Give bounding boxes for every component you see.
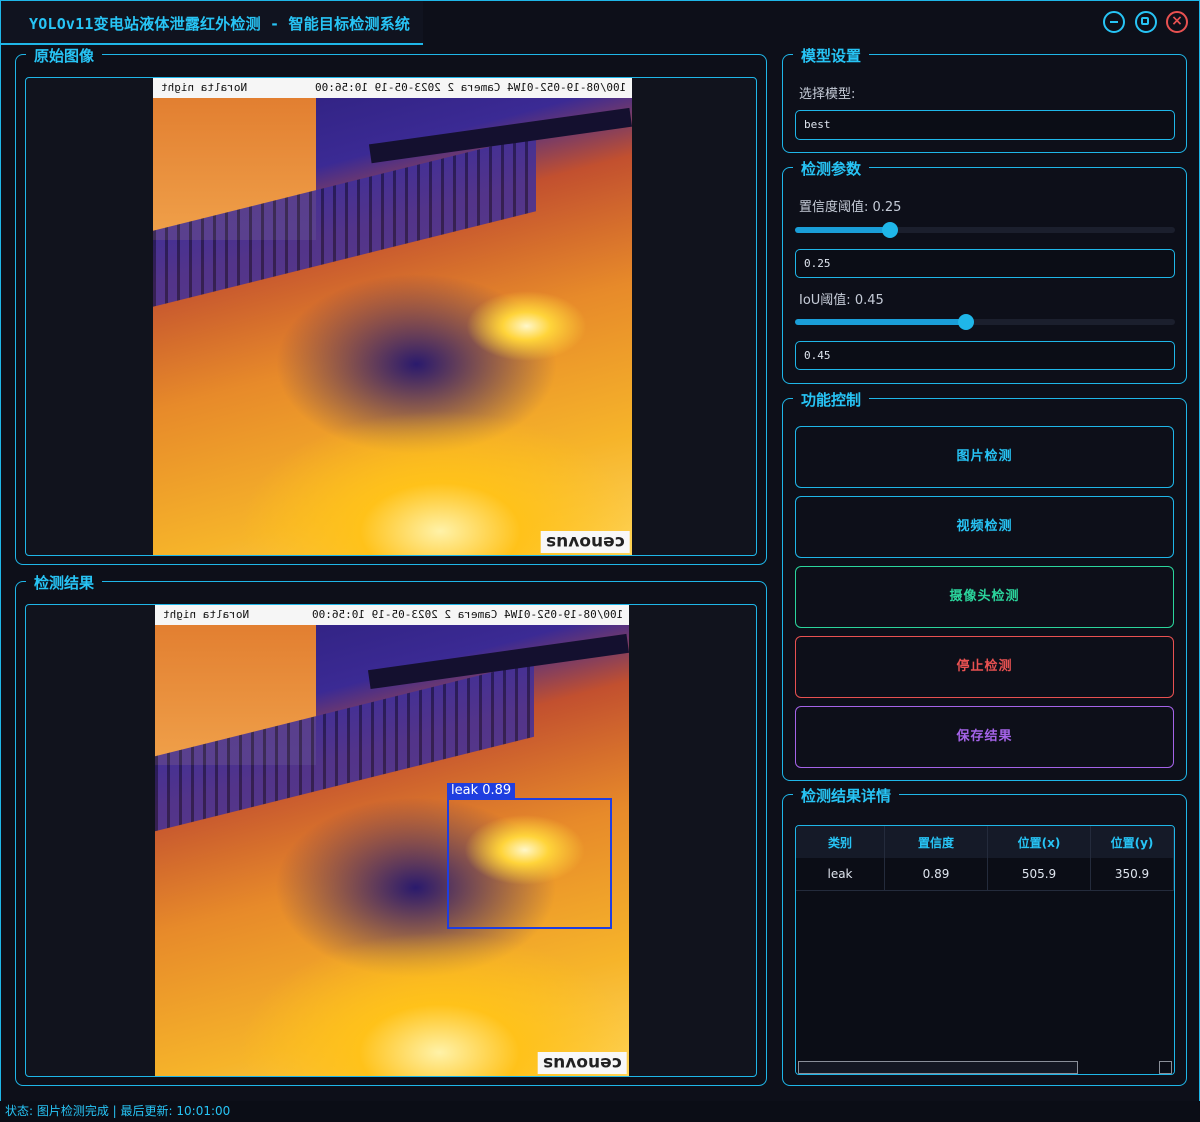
- detection-params-group: 检测参数 置信度阈值: 0.25 0.25 IoU阈值: 0.45 0.45: [782, 158, 1187, 384]
- window-title: YOLOv11变电站液体泄露红外检测 - 智能目标检测系统: [29, 15, 411, 33]
- iou-threshold-label: IoU阈值: 0.45: [799, 293, 884, 308]
- col-header-x[interactable]: 位置(x): [987, 826, 1091, 858]
- confidence-slider[interactable]: [795, 222, 1175, 238]
- cell-confidence: 0.89: [884, 858, 988, 891]
- detection-result-group: 检测结果 Noralta night 100/08-19-052-01W4 Ca…: [15, 572, 767, 1086]
- original-image-label: 原始图像: [26, 45, 103, 66]
- col-header-y[interactable]: 位置(y): [1090, 826, 1174, 858]
- iou-input[interactable]: 0.45: [795, 341, 1175, 370]
- scrollbar-thumb[interactable]: [798, 1061, 1078, 1074]
- confidence-slider-handle[interactable]: [882, 222, 898, 238]
- result-image-box: Noralta night 100/08-19-052-01W4 Camera …: [25, 604, 757, 1077]
- results-table-grid: 类别 置信度 位置(x) 位置(y) leak 0.89 505.9 350.9: [796, 826, 1174, 891]
- leak-box-label: leak 0.89: [447, 783, 516, 799]
- detection-params-label: 检测参数: [793, 158, 870, 179]
- confidence-threshold-label: 置信度阈值: 0.25: [799, 200, 902, 215]
- status-bar: 状态: 图片检测完成 | 最后更新: 10:01:00: [0, 1101, 1200, 1122]
- table-row[interactable]: leak 0.89 505.9 350.9: [796, 858, 1174, 891]
- image-header-overlay: Noralta night 100/08-19-052-01W4 Camera …: [153, 78, 632, 98]
- save-result-button[interactable]: 保存结果: [795, 706, 1174, 768]
- close-button[interactable]: ×: [1166, 11, 1188, 33]
- detection-details-label: 检测结果详情: [793, 785, 900, 806]
- maximize-button[interactable]: [1135, 11, 1157, 33]
- camera-detect-button[interactable]: 摄像头检测: [795, 566, 1174, 628]
- overlay-right-text: 100/08-19-052-01W4 Camera 2 2023-05-19 1…: [311, 608, 623, 621]
- watermark-logo: cenovus: [538, 1052, 627, 1074]
- iou-slider-handle[interactable]: [958, 314, 974, 330]
- model-settings-label: 模型设置: [793, 45, 870, 66]
- main-window: YOLOv11变电站液体泄露红外检测 - 智能目标检测系统 × 原始图像 Nor…: [0, 0, 1200, 1102]
- minimize-button[interactable]: [1103, 11, 1125, 33]
- confidence-slider-fill: [795, 227, 890, 233]
- title-tab: YOLOv11变电站液体泄露红外检测 - 智能目标检测系统: [1, 1, 423, 45]
- col-header-confidence[interactable]: 置信度: [884, 826, 988, 858]
- iou-slider-fill: [795, 319, 966, 325]
- result-thermal-image: Noralta night 100/08-19-052-01W4 Camera …: [155, 605, 629, 1076]
- model-select[interactable]: best: [795, 110, 1175, 140]
- results-table: 类别 置信度 位置(x) 位置(y) leak 0.89 505.9 350.9: [795, 825, 1175, 1075]
- scrollbar-right-button[interactable]: [1159, 1061, 1172, 1074]
- original-image-group: 原始图像 Noralta night 100/08-19-052-01W4 Ca…: [15, 45, 767, 565]
- leak-bounding-box: [447, 798, 612, 929]
- function-controls-label: 功能控制: [793, 389, 870, 410]
- original-image-box: Noralta night 100/08-19-052-01W4 Camera …: [25, 77, 757, 556]
- detection-details-group: 检测结果详情 类别 置信度 位置(x) 位置(y) leak 0.89 505.…: [782, 785, 1187, 1086]
- watermark-logo: cenovus: [541, 531, 630, 553]
- overlay-left-text: Noralta night: [161, 81, 248, 94]
- overlay-right-text: 100/08-19-052-01W4 Camera 2 2023-05-19 1…: [314, 81, 626, 94]
- model-settings-group: 模型设置 选择模型: best: [782, 45, 1187, 153]
- image-detect-button[interactable]: 图片检测: [795, 426, 1174, 488]
- detection-result-label: 检测结果: [26, 572, 103, 593]
- video-detect-button[interactable]: 视频检测: [795, 496, 1174, 558]
- cell-y: 350.9: [1090, 858, 1174, 891]
- horizontal-scrollbar[interactable]: [796, 1060, 1174, 1074]
- iou-slider[interactable]: [795, 314, 1175, 330]
- cell-x: 505.9: [987, 858, 1091, 891]
- cell-class: leak: [796, 858, 885, 891]
- title-bar: YOLOv11变电站液体泄露红外检测 - 智能目标检测系统 ×: [1, 1, 1199, 45]
- image-header-overlay: Noralta night 100/08-19-052-01W4 Camera …: [155, 605, 629, 625]
- stop-detect-button[interactable]: 停止检测: [795, 636, 1174, 698]
- confidence-input[interactable]: 0.25: [795, 249, 1175, 278]
- original-thermal-image: Noralta night 100/08-19-052-01W4 Camera …: [153, 78, 632, 555]
- col-header-class[interactable]: 类别: [796, 826, 885, 858]
- overlay-left-text: Noralta night: [163, 608, 250, 621]
- select-model-label: 选择模型:: [799, 87, 856, 102]
- table-header-row: 类别 置信度 位置(x) 位置(y): [796, 826, 1174, 858]
